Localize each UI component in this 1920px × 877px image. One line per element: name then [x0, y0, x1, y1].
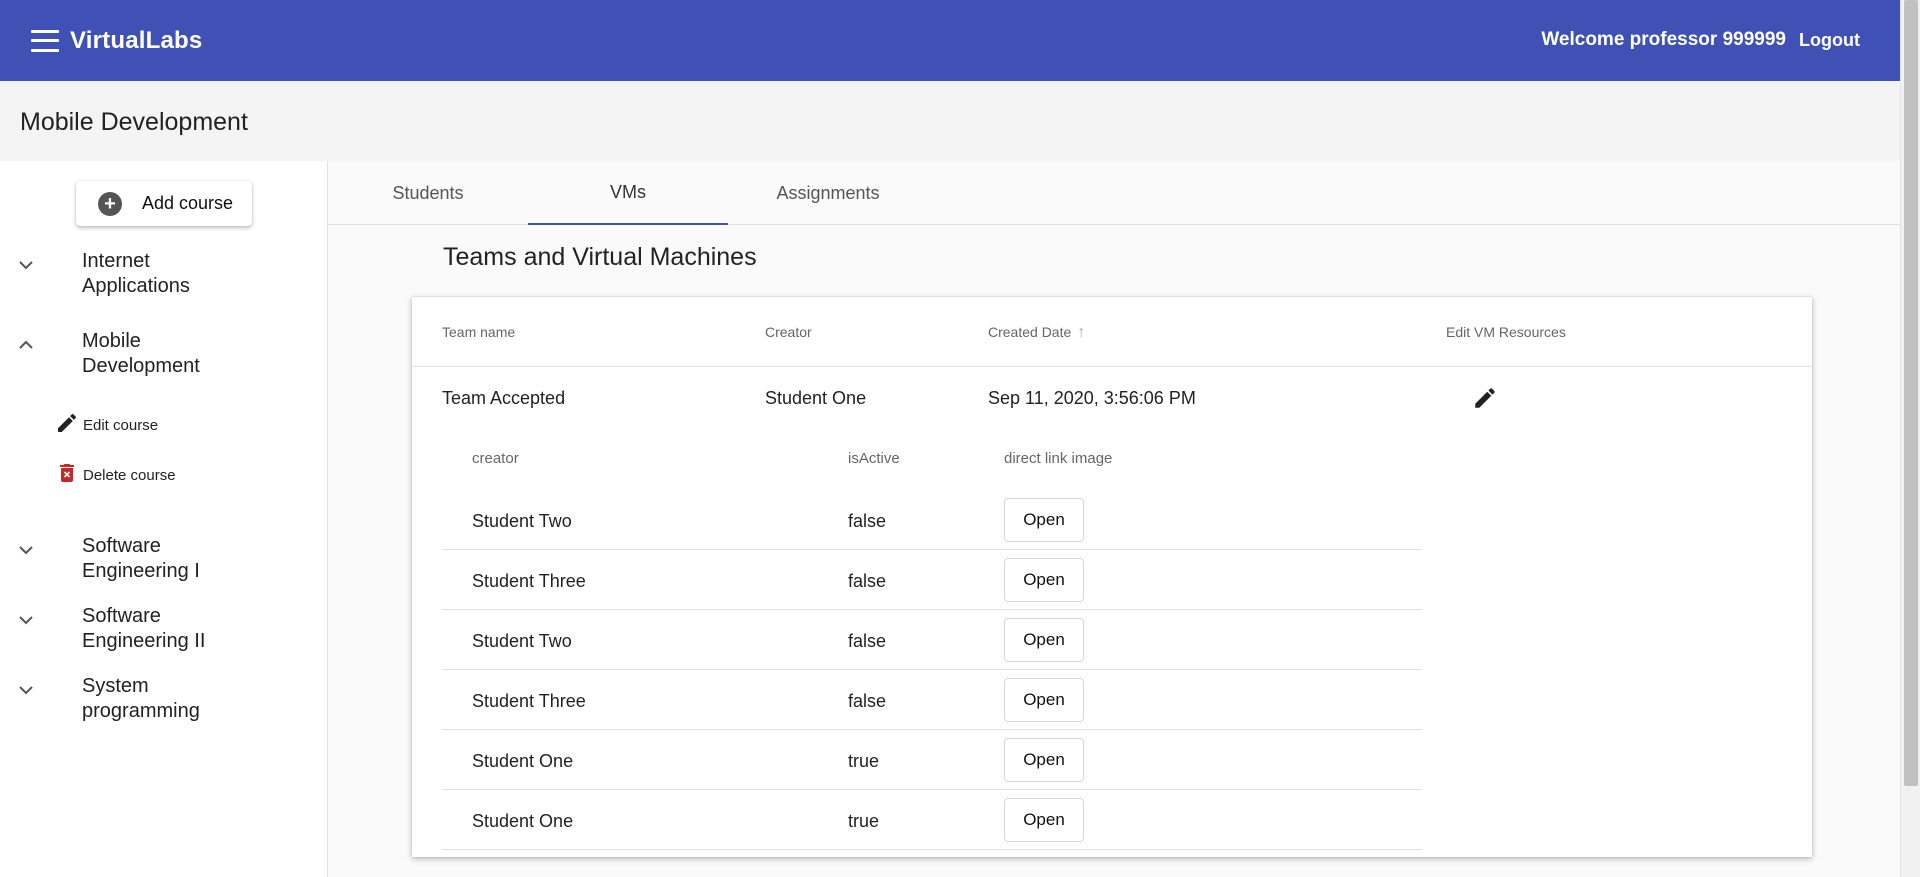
- chevron-down-icon: [18, 249, 58, 275]
- course-label-line1: Software: [82, 535, 161, 557]
- course-header: Mobile Development: [0, 81, 1900, 161]
- course-label-line2: Engineering I: [82, 560, 200, 582]
- tab-vms[interactable]: VMs: [528, 161, 728, 225]
- sidebar-item-software-engineering-i[interactable]: Software Engineering I: [0, 534, 328, 584]
- vm-creator-cell: Student Two: [472, 511, 572, 531]
- vm-column-header-creator: creator: [472, 450, 519, 467]
- vm-row: Student Three false Open: [442, 670, 1422, 730]
- vm-row: Student Two false Open: [442, 610, 1422, 670]
- vm-isactive-cell: false: [848, 631, 887, 651]
- teams-table: Team name Creator Created Date ↑ Edit VM …: [412, 297, 1812, 857]
- page-title: Mobile Development: [20, 108, 248, 136]
- page-scrollbar[interactable]: [1900, 0, 1920, 877]
- column-header-edit-vm: Edit VM Resources: [1446, 324, 1566, 340]
- sidebar: + Add course Internet Applications Mobil…: [0, 161, 328, 877]
- vm-isactive-cell: true: [848, 811, 880, 831]
- course-label-line2: Engineering II: [82, 630, 206, 652]
- course-label-line2: Development: [82, 355, 200, 377]
- welcome-text: Welcome professor 999999: [1541, 29, 1786, 50]
- column-header-team-name[interactable]: Team name: [442, 324, 515, 340]
- delete-course-label: Delete course: [83, 467, 176, 484]
- course-label-line1: System: [82, 675, 149, 697]
- course-label-line1: Internet: [82, 250, 150, 272]
- add-course-label: Add course: [142, 193, 234, 213]
- chevron-up-icon: [18, 329, 58, 355]
- sidebar-item-internet-applications[interactable]: Internet Applications: [0, 249, 328, 299]
- vm-isactive-cell: false: [848, 571, 887, 591]
- add-circle-icon: +: [98, 191, 122, 216]
- chevron-down-icon: [18, 674, 58, 700]
- team-created-date-cell: Sep 11, 2020, 3:56:06 PM: [988, 388, 1196, 408]
- logout-button[interactable]: Logout: [1799, 30, 1860, 51]
- column-header-creator[interactable]: Creator: [765, 324, 812, 340]
- scrollbar-thumb[interactable]: [1904, 0, 1918, 786]
- edit-vm-resources-icon[interactable]: [1472, 385, 1498, 416]
- app-title[interactable]: VirtualLabs: [70, 27, 202, 55]
- tab-bar: Students VMs Assignments: [328, 161, 1900, 225]
- app-toolbar: VirtualLabs Welcome professor 999999 Log…: [0, 0, 1900, 81]
- trash-icon: [55, 461, 79, 490]
- open-vm-button[interactable]: Open: [1004, 498, 1084, 542]
- team-creator-cell: Student One: [765, 388, 867, 408]
- team-name-cell: Team Accepted: [442, 388, 566, 408]
- course-label-line2: Applications: [82, 275, 190, 297]
- edit-course-button[interactable]: Edit course: [55, 411, 158, 440]
- open-vm-button[interactable]: Open: [1004, 558, 1084, 602]
- vm-creator-cell: Student One: [472, 811, 574, 831]
- course-label-line2: programming: [82, 700, 200, 722]
- vm-column-header-direct-link: direct link image: [1004, 450, 1113, 467]
- vm-row: Student Two false Open: [442, 490, 1422, 550]
- open-vm-button[interactable]: Open: [1004, 738, 1084, 782]
- vm-isactive-cell: false: [848, 691, 887, 711]
- vm-creator-cell: Student Two: [472, 631, 572, 651]
- column-header-created-date[interactable]: Created Date ↑: [988, 324, 1085, 342]
- sidebar-item-system-programming[interactable]: System programming: [0, 674, 328, 724]
- chevron-down-icon: [18, 534, 58, 560]
- tab-assignments[interactable]: Assignments: [728, 161, 928, 225]
- vm-row: Student One true Open: [442, 790, 1422, 850]
- edit-course-label: Edit course: [83, 417, 159, 434]
- vm-isactive-cell: false: [848, 511, 887, 531]
- vm-creator-cell: Student One: [472, 751, 574, 771]
- course-label-line1: Software: [82, 605, 161, 627]
- chevron-down-icon: [18, 604, 58, 630]
- sidebar-item-mobile-development[interactable]: Mobile Development: [0, 329, 328, 379]
- vm-creator-cell: Student Three: [472, 571, 586, 591]
- add-course-button[interactable]: + Add course: [76, 181, 252, 226]
- vm-isactive-cell: true: [848, 751, 880, 771]
- vm-creator-cell: Student Three: [472, 691, 586, 711]
- section-title: Teams and Virtual Machines: [443, 243, 757, 271]
- open-vm-button[interactable]: Open: [1004, 678, 1084, 722]
- pencil-icon: [55, 411, 79, 440]
- vm-column-header-isactive: isActive: [848, 450, 900, 467]
- course-label-line1: Mobile: [82, 330, 141, 352]
- delete-course-button[interactable]: Delete course: [55, 461, 176, 490]
- open-vm-button[interactable]: Open: [1004, 798, 1084, 842]
- vm-row: Student One true Open: [442, 730, 1422, 790]
- table-header: Team name Creator Created Date ↑ Edit VM …: [412, 297, 1812, 367]
- menu-icon[interactable]: [31, 29, 59, 52]
- open-vm-button[interactable]: Open: [1004, 618, 1084, 662]
- tab-students[interactable]: Students: [328, 161, 528, 225]
- main-content: Students VMs Assignments Teams and Virtu…: [328, 161, 1900, 877]
- vm-row: Student Three false Open: [442, 550, 1422, 610]
- sidebar-item-software-engineering-ii[interactable]: Software Engineering II: [0, 604, 328, 654]
- column-header-created-date-label: Created Date: [988, 324, 1072, 340]
- sort-arrow-up-icon[interactable]: ↑: [1077, 324, 1085, 342]
